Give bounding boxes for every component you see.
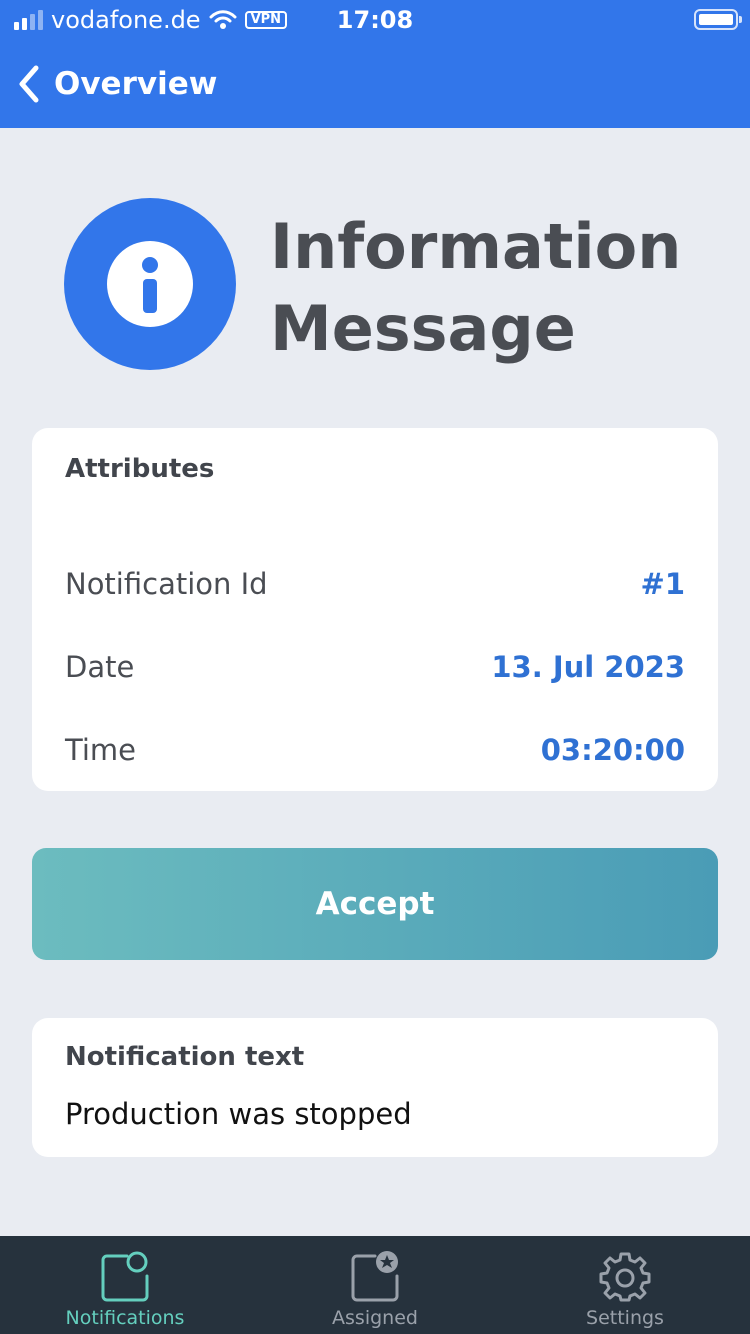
notification-id-value: #1 xyxy=(640,567,685,601)
attribute-row-time: Time 03:20:00 xyxy=(65,728,685,772)
tab-assigned-label: Assigned xyxy=(332,1307,418,1329)
tab-settings[interactable]: Settings xyxy=(500,1236,750,1334)
back-button[interactable]: Overview xyxy=(14,58,217,110)
message-title-line2: Message xyxy=(270,292,576,365)
accept-button[interactable]: Accept xyxy=(32,848,718,960)
status-bar: vodafone.de VPN 17:08 xyxy=(0,0,750,40)
back-label: Overview xyxy=(54,66,218,102)
notification-text-body: Production was stopped xyxy=(65,1097,412,1131)
app-header: vodafone.de VPN 17:08 Overview xyxy=(0,0,750,128)
tab-notifications[interactable]: Notifications xyxy=(0,1236,250,1334)
date-value: 13. Jul 2023 xyxy=(491,650,685,684)
message-title-line1: Information xyxy=(270,210,682,283)
time-label: Time xyxy=(65,733,136,767)
message-hero: Information Message xyxy=(64,198,704,370)
assigned-icon xyxy=(351,1251,399,1302)
status-time: 17:08 xyxy=(336,6,414,34)
chevron-left-icon xyxy=(19,65,39,103)
attribute-row-date: Date 13. Jul 2023 xyxy=(65,645,685,689)
notifications-icon xyxy=(101,1251,149,1302)
info-icon xyxy=(64,198,236,370)
notification-id-label: Notification Id xyxy=(65,567,268,601)
tab-settings-label: Settings xyxy=(586,1307,664,1329)
bottom-tab-bar: Notifications Assigned Settings xyxy=(0,1236,750,1334)
attributes-card: Attributes Notification Id #1 Date 13. J… xyxy=(32,428,718,791)
tab-assigned[interactable]: Assigned xyxy=(250,1236,500,1334)
attributes-title: Attributes xyxy=(65,454,215,484)
message-title: Information Message xyxy=(270,206,710,370)
gear-icon xyxy=(599,1252,651,1302)
notification-text-title: Notification text xyxy=(65,1042,305,1072)
time-value: 03:20:00 xyxy=(540,733,685,767)
attribute-row-notification-id: Notification Id #1 xyxy=(65,562,685,606)
battery-icon xyxy=(694,9,742,30)
date-label: Date xyxy=(65,650,135,684)
tab-notifications-label: Notifications xyxy=(65,1307,185,1329)
notification-text-card: Notification text Production was stopped xyxy=(32,1018,718,1157)
